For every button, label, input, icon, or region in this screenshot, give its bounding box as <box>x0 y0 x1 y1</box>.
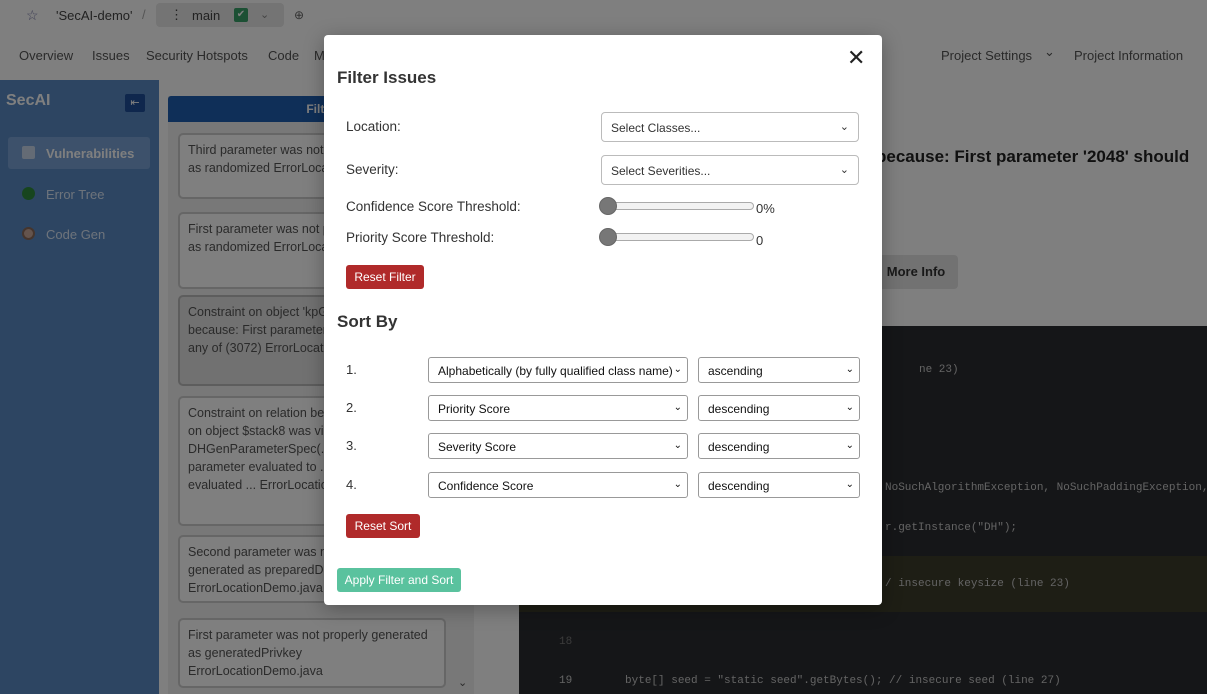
filter-issues-dialog: ✕ Filter Issues Location: Select Classes… <box>324 35 882 605</box>
sort-by-heading: Sort By <box>337 312 398 331</box>
sort-field-select-1[interactable]: Alphabetically (by fully qualified class… <box>428 357 688 383</box>
chevron-down-icon: ⌄ <box>839 121 849 133</box>
sort-row-number: 2. <box>346 400 357 415</box>
sort-field-value: Severity Score <box>438 440 517 454</box>
sort-order-select-2[interactable]: descending ⌄ <box>698 395 860 421</box>
sort-field-select-2[interactable]: Priority Score ⌄ <box>428 395 688 421</box>
dialog-title: Filter Issues <box>337 68 437 87</box>
sort-field-select-3[interactable]: Severity Score ⌄ <box>428 433 688 459</box>
severity-label: Severity: <box>346 162 399 177</box>
sort-field-value: Confidence Score <box>438 479 534 493</box>
chevron-down-icon: ⌄ <box>673 479 682 490</box>
sort-order-select-4[interactable]: descending ⌄ <box>698 472 860 498</box>
chevron-down-icon: ⌄ <box>845 479 854 490</box>
sort-field-select-4[interactable]: Confidence Score ⌄ <box>428 472 688 498</box>
chevron-down-icon: ⌄ <box>673 402 682 413</box>
severity-placeholder: Select Severities... <box>611 164 711 178</box>
sort-field-value: Priority Score <box>438 402 511 416</box>
sort-order-value: descending <box>708 479 770 493</box>
sort-order-select-3[interactable]: descending ⌄ <box>698 433 860 459</box>
location-label: Location: <box>346 119 401 134</box>
location-select[interactable]: Select Classes... ⌄ <box>601 112 859 142</box>
sort-row-number: 3. <box>346 438 357 453</box>
chevron-down-icon: ⌄ <box>845 364 854 375</box>
priority-threshold-slider[interactable] <box>599 228 754 246</box>
apply-filter-and-sort-button[interactable]: Apply Filter and Sort <box>337 568 461 592</box>
sort-row-number: 1. <box>346 362 357 377</box>
confidence-threshold-slider[interactable] <box>599 197 754 215</box>
severity-select[interactable]: Select Severities... ⌄ <box>601 155 859 185</box>
sort-field-value: Alphabetically (by fully qualified class… <box>438 364 673 378</box>
priority-threshold-label: Priority Score Threshold: <box>346 230 495 245</box>
confidence-threshold-label: Confidence Score Threshold: <box>346 199 521 214</box>
close-icon[interactable]: ✕ <box>847 47 865 69</box>
slider-handle[interactable] <box>599 197 617 215</box>
sort-order-value: descending <box>708 402 770 416</box>
confidence-threshold-value: 0% <box>756 201 775 216</box>
sort-row-number: 4. <box>346 477 357 492</box>
location-placeholder: Select Classes... <box>611 121 701 135</box>
sort-order-value: descending <box>708 440 770 454</box>
chevron-down-icon: ⌄ <box>673 440 682 451</box>
reset-filter-button[interactable]: Reset Filter <box>346 265 424 289</box>
sort-order-select-1[interactable]: ascending ⌄ <box>698 357 860 383</box>
priority-threshold-value: 0 <box>756 233 764 248</box>
reset-sort-button[interactable]: Reset Sort <box>346 514 420 538</box>
slider-handle[interactable] <box>599 228 617 246</box>
chevron-down-icon: ⌄ <box>845 440 854 451</box>
chevron-down-icon: ⌄ <box>673 364 682 375</box>
chevron-down-icon: ⌄ <box>845 402 854 413</box>
chevron-down-icon: ⌄ <box>839 164 849 176</box>
sort-order-value: ascending <box>708 364 763 378</box>
